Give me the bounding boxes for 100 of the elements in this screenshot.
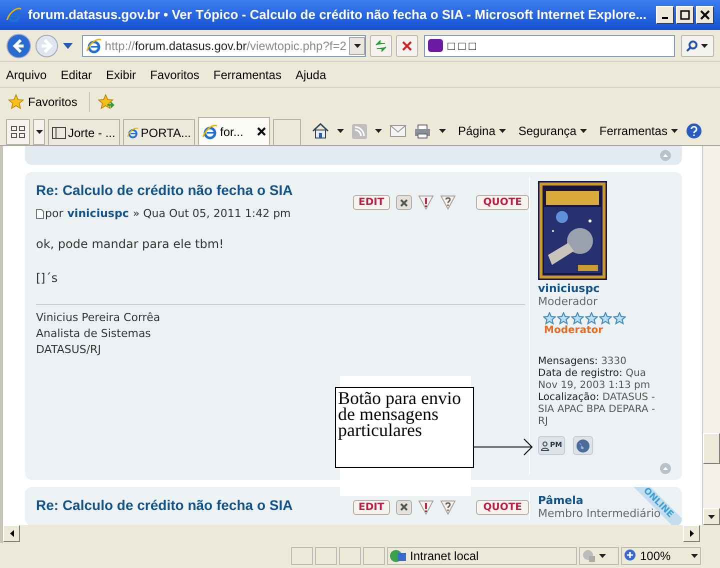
edit-button[interactable]: EDIT — [352, 195, 390, 210]
quote-button[interactable]: QUOTE — [476, 500, 529, 514]
post-text: []´s — [36, 270, 59, 286]
stop-button[interactable] — [396, 34, 418, 56]
menu-item[interactable]: Favoritos — [150, 66, 200, 84]
close-icon[interactable] — [257, 127, 266, 136]
star-icon — [8, 94, 24, 110]
home-dropdown-icon — [337, 129, 344, 133]
rank-title: Moderator — [544, 325, 604, 337]
ie-logo-icon — [86, 38, 102, 54]
search-icon — [686, 40, 698, 52]
quote-button[interactable]: QUOTE — [476, 195, 529, 210]
info-icon[interactable] — [440, 195, 456, 210]
menu-item[interactable]: Ajuda — [295, 66, 326, 84]
address-dropdown-button[interactable] — [349, 36, 366, 54]
search-text: □ □ □ — [448, 38, 476, 54]
post-date: » Qua Out 05, 2011 1:42 pm — [132, 206, 291, 222]
profile-stat: Data de registro: Qua Nov 19, 2003 1:13 pm — [538, 368, 652, 392]
author-link[interactable]: viniciuspc — [67, 206, 129, 222]
signature-line: Vinicius Pereira Corrêa — [36, 310, 162, 326]
minimize-icon — [662, 17, 668, 19]
user-rank: Moderador — [538, 295, 598, 308]
info-icon[interactable] — [440, 500, 456, 514]
add-favorite-icon[interactable] — [98, 94, 116, 110]
globe-icon — [576, 438, 590, 452]
caret-icon — [580, 129, 588, 133]
url-scheme: http:// — [104, 38, 135, 52]
mail-icon[interactable] — [390, 125, 406, 137]
menu-item[interactable]: Editar — [60, 66, 92, 84]
post-title[interactable]: Re: Calculo de crédito não fecha o SIA — [36, 180, 293, 201]
star-icon — [571, 312, 584, 325]
menu-item[interactable]: Arquivo — [6, 66, 47, 84]
search-field[interactable]: □ □ □ — [424, 34, 675, 56]
command-menu-button[interactable]: Ferramentas — [599, 122, 678, 140]
search-button[interactable] — [680, 34, 714, 56]
ie-logo-icon — [6, 7, 22, 23]
website-button[interactable] — [573, 436, 593, 455]
tab-label: Jorte - ... — [68, 124, 116, 142]
ie-logo-icon — [127, 124, 139, 140]
annotation-text: Botão para envio de mensagens particulares — [338, 390, 462, 438]
history-dropdown-icon[interactable] — [63, 42, 73, 48]
caret-icon — [599, 554, 606, 558]
profile-stat: Localização: DATASUS - SIA APAC BPA DEPARA - RJ — [538, 392, 656, 428]
printer-icon[interactable] — [414, 124, 431, 138]
delete-button[interactable] — [396, 500, 412, 514]
browser-tab[interactable]: for... — [198, 117, 270, 145]
star-icon — [557, 312, 570, 325]
username-link[interactable]: Pâmela — [538, 494, 584, 507]
vertical-scrollbar[interactable] — [702, 146, 720, 525]
help-icon[interactable] — [686, 123, 702, 139]
tab-label: for... — [220, 124, 244, 140]
command-menu-button[interactable]: Segurança — [518, 122, 588, 140]
username-link[interactable]: viniciuspc — [538, 282, 600, 295]
edit-button[interactable]: EDIT — [352, 500, 390, 514]
report-icon[interactable] — [418, 500, 434, 514]
delete-button[interactable] — [396, 195, 412, 210]
caret-icon — [701, 44, 708, 48]
close-icon — [402, 40, 412, 50]
close-button[interactable] — [696, 6, 714, 24]
menu-item[interactable]: Ferramentas — [213, 66, 282, 84]
caret-icon — [691, 554, 698, 558]
refresh-icon — [374, 38, 388, 52]
signature-line: DATASUS/RJ — [36, 342, 102, 358]
signature-line: Analista de Sistemas — [36, 326, 152, 342]
report-icon[interactable] — [418, 195, 434, 210]
command-menu-button[interactable]: Página — [458, 122, 506, 140]
page-icon — [52, 126, 66, 140]
home-icon[interactable] — [312, 123, 329, 139]
address-field[interactable]: http://forum.datasus.gov.br/viewtopic.php?f=2 — [82, 34, 366, 56]
favorites-button[interactable]: Favoritos — [8, 93, 78, 111]
back-button[interactable] — [6, 32, 32, 58]
right-arrow-icon — [690, 530, 694, 537]
caret-icon — [671, 129, 678, 133]
caret-icon — [499, 129, 506, 133]
scroll-thumb[interactable] — [703, 433, 720, 464]
close-icon — [700, 10, 710, 20]
status-pane — [339, 546, 361, 564]
url-host: forum.datasus.gov.br — [134, 38, 247, 52]
close-icon — [400, 503, 408, 511]
zoom-icon — [624, 549, 637, 562]
browser-tab[interactable]: PORTA... — [123, 119, 195, 145]
star-icon — [613, 312, 626, 325]
tab-list-button[interactable] — [33, 119, 45, 145]
scroll-left-button[interactable] — [3, 525, 20, 542]
scroll-down-button[interactable] — [703, 508, 720, 525]
maximize-button[interactable] — [676, 6, 694, 24]
minimize-button[interactable] — [656, 6, 674, 24]
scroll-right-button[interactable] — [683, 525, 700, 542]
print-dropdown-icon — [439, 129, 446, 133]
post-title[interactable]: Re: Calculo de crédito não fecha o SIA — [36, 495, 293, 516]
browser-tab[interactable]: Jorte - ... — [48, 119, 120, 145]
status-pane — [363, 546, 385, 564]
quick-tabs-button[interactable] — [6, 119, 30, 145]
refresh-button[interactable] — [370, 34, 392, 56]
caret-icon — [36, 130, 42, 134]
tab-label: PORTA... — [140, 124, 191, 142]
menu-item[interactable]: Exibir — [106, 66, 136, 84]
search-provider-icon — [428, 39, 443, 52]
url-path: /viewtopic.php?f=2 — [246, 38, 346, 52]
window-title: forum.datasus.gov.br • Ver Tópico - Calculo de crédito não fecha o SIA - Microsoft Internet Explore... — [28, 6, 648, 24]
